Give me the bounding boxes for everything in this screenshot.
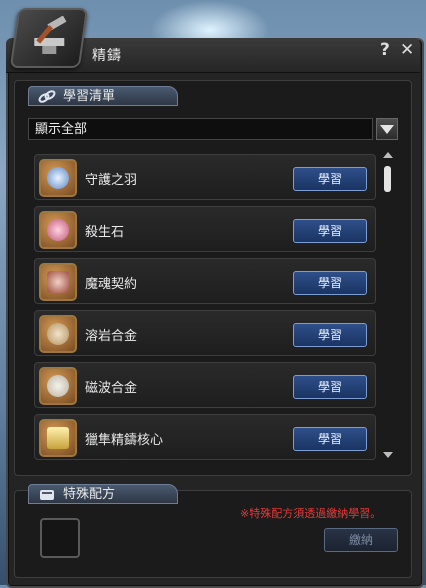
anvil-emblem [9,8,89,68]
feather-icon [39,159,77,197]
list-item[interactable]: 溶岩合金 學習 [34,310,376,356]
hammer-anvil-icon [34,16,67,54]
submit-button[interactable]: 繳納 [324,528,398,552]
list-item[interactable]: 守護之羽 學習 [34,154,376,200]
list-item[interactable]: 獵隼精鑄核心 學習 [34,414,376,460]
list-scrollbar[interactable] [382,150,394,464]
recipe-item-slot[interactable] [40,518,80,558]
special-recipe-tab: 特殊配方 [28,484,178,504]
learn-list-tab: 學習清單 [28,86,178,106]
core-icon [39,419,77,457]
scroll-down-arrow-icon[interactable] [382,450,394,460]
close-button[interactable]: ✕ [400,40,414,60]
item-name: 獵隼精鑄核心 [85,433,164,448]
chain-link-icon [38,90,56,103]
learn-button[interactable]: 學習 [293,219,367,243]
special-recipe-label: 特殊配方 [63,487,116,502]
learn-button[interactable]: 學習 [293,167,367,191]
recipe-list: 守護之羽 學習 殺生石 學習 魔魂契約 學習 溶岩合金 學習 磁波合金 學習 獵… [28,148,378,466]
learn-button[interactable]: 學習 [293,271,367,295]
list-item[interactable]: 殺生石 學習 [34,206,376,252]
learn-list-label: 學習清單 [63,89,116,104]
window-title: 精鑄 [92,48,122,64]
learn-button[interactable]: 學習 [293,323,367,347]
filter-dropdown-button[interactable] [376,118,398,140]
scroll-icon [39,263,77,301]
item-name: 磁波合金 [85,381,138,396]
scroll-up-arrow-icon[interactable] [382,150,394,160]
list-item[interactable]: 魔魂契約 學習 [34,258,376,304]
learn-button[interactable]: 學習 [293,427,367,451]
alloy-icon [39,367,77,405]
filter-select[interactable]: 顯示全部 [28,118,373,140]
alloy-icon [39,315,77,353]
item-name: 殺生石 [85,225,125,240]
list-item[interactable]: 磁波合金 學習 [34,362,376,408]
special-recipe-notice: ※特殊配方須透過繳納學習。 [240,507,382,520]
help-button[interactable]: ? [380,40,390,60]
stone-icon [39,211,77,249]
item-name: 魔魂契約 [85,277,138,292]
item-name: 守護之羽 [85,173,138,188]
item-name: 溶岩合金 [85,329,138,344]
scroll-thumb[interactable] [384,166,391,192]
recipe-book-icon [40,490,54,500]
learn-button[interactable]: 學習 [293,375,367,399]
